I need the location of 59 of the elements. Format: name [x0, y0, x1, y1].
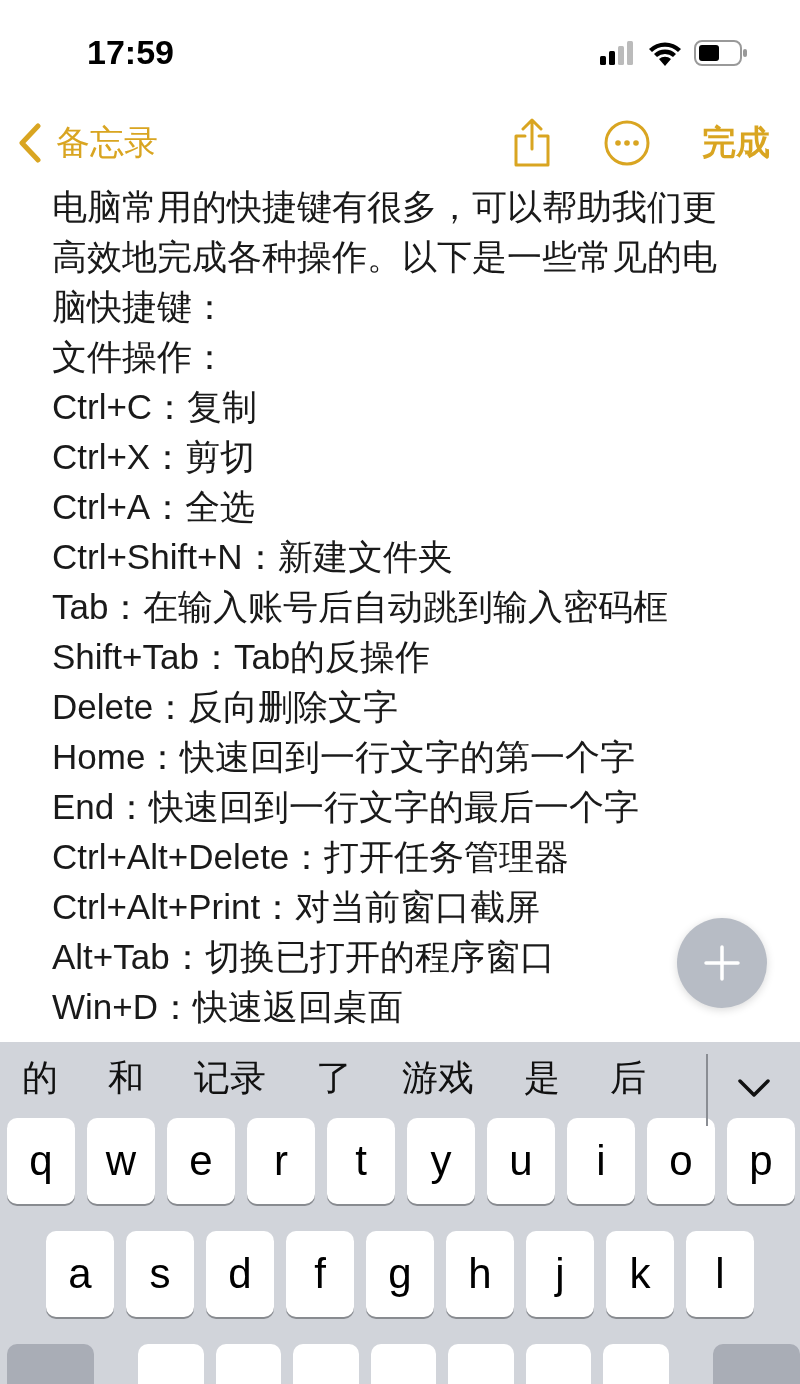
keyboard-key[interactable] — [448, 1344, 514, 1384]
keyboard-key[interactable]: i — [567, 1118, 635, 1204]
note-text: 文件操作： — [52, 336, 227, 378]
candidate-word[interactable]: 游戏 — [402, 1053, 474, 1103]
keyboard-key[interactable]: g — [366, 1231, 434, 1317]
note-text: Delete：反向删除文字 — [52, 686, 399, 728]
keyboard-key[interactable]: y — [407, 1118, 475, 1204]
candidate-word[interactable]: 了 — [316, 1053, 352, 1103]
candidate-word[interactable]: 是 — [524, 1053, 560, 1103]
chevron-down-icon[interactable] — [737, 1078, 771, 1098]
candidate-word[interactable]: 和 — [108, 1053, 144, 1103]
note-text: Ctrl+Alt+Print：对当前窗口截屏 — [52, 886, 541, 928]
keyboard-key[interactable]: w — [87, 1118, 155, 1204]
note-text: Ctrl+A：全选 — [52, 486, 256, 528]
keyboard-key[interactable]: r — [247, 1118, 315, 1204]
share-icon[interactable] — [512, 117, 552, 168]
note-text: Ctrl+C：复制 — [52, 386, 258, 428]
keyboard-key[interactable] — [603, 1344, 669, 1384]
note-text: 电脑常用的快捷键有很多，可以帮助我们更高效地完成各种操作。以下是一些常见的电脑快捷键： — [52, 186, 718, 328]
plus-icon — [704, 945, 740, 981]
keyboard-key[interactable] — [138, 1344, 204, 1384]
delete-key[interactable] — [712, 1344, 800, 1384]
keyboard-key[interactable]: f — [286, 1231, 354, 1317]
note-text: Home：快速回到一行文字的第一个字 — [52, 736, 636, 778]
keyboard-key[interactable]: p — [727, 1118, 795, 1204]
note-text: Ctrl+Alt+Delete：打开任务管理器 — [52, 836, 570, 878]
note-text: Ctrl+X：剪切 — [52, 436, 256, 478]
keyboard-key[interactable]: a — [46, 1231, 114, 1317]
keyboard-key[interactable]: t — [327, 1118, 395, 1204]
battery-icon — [694, 39, 748, 66]
note-text: Alt+Tab：切换已打开的程序窗口 — [52, 936, 555, 978]
keyboard-key[interactable]: l — [686, 1231, 754, 1317]
candidate-word[interactable]: 的 — [22, 1053, 58, 1103]
status-time: 17:59 — [87, 33, 174, 72]
keyboard-key[interactable]: q — [7, 1118, 75, 1204]
note-text: Shift+Tab：Tab的反操作 — [52, 636, 431, 678]
keyboard-key[interactable]: o — [647, 1118, 715, 1204]
keyboard-key[interactable] — [215, 1344, 282, 1384]
keyboard-key[interactable]: d — [206, 1231, 274, 1317]
note-text: Ctrl+Shift+N：新建文件夹 — [52, 536, 453, 578]
signal-icon — [600, 40, 636, 65]
keyboard-key[interactable]: h — [446, 1231, 514, 1317]
note-text: End：快速回到一行文字的最后一个字 — [52, 786, 640, 828]
note-text: Win+D：快速返回桌面 — [52, 986, 403, 1028]
add-button[interactable] — [677, 918, 767, 1008]
candidate-word[interactable]: 后 — [610, 1053, 646, 1103]
candidate-word[interactable]: 记录 — [194, 1053, 266, 1103]
keyboard-key[interactable] — [525, 1344, 592, 1384]
keyboard-key[interactable]: k — [606, 1231, 674, 1317]
keyboard-key[interactable]: j — [526, 1231, 594, 1317]
more-icon[interactable] — [604, 119, 650, 166]
keyboard-key[interactable]: u — [487, 1118, 555, 1204]
keyboard-key[interactable]: e — [167, 1118, 235, 1204]
shift-key[interactable] — [7, 1344, 95, 1384]
keyboard-key[interactable] — [293, 1344, 359, 1384]
keyboard-key[interactable]: s — [126, 1231, 194, 1317]
note-text: Tab：在输入账号后自动跳到输入密码框 — [52, 586, 669, 628]
back-chevron-icon — [18, 122, 42, 163]
keyboard-key[interactable] — [370, 1344, 437, 1384]
